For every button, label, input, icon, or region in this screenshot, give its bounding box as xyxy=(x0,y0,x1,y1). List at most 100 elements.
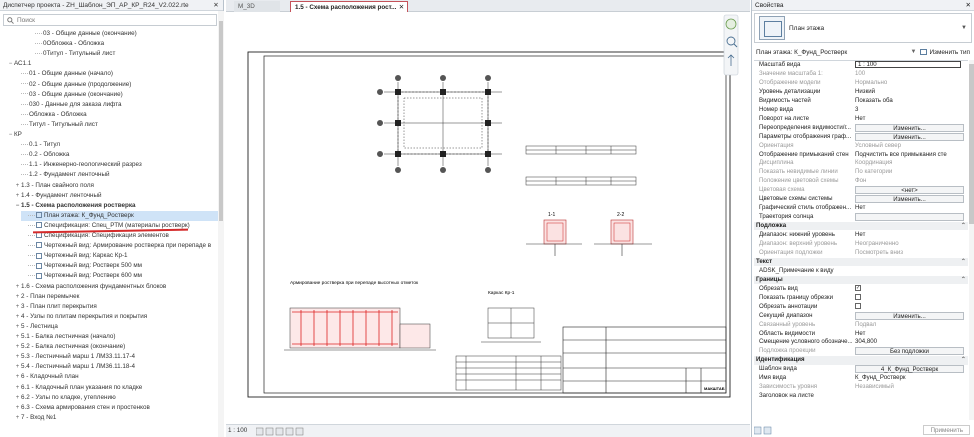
property-group[interactable]: Текст ⌃ xyxy=(754,257,968,267)
expand-icon[interactable]: + xyxy=(14,181,21,191)
collapse-icon[interactable]: − xyxy=(7,130,14,140)
search-input[interactable] xyxy=(17,16,207,24)
tree-item[interactable]: +6.1 - Кладочный план указания по кладке xyxy=(14,383,218,393)
property-value[interactable]: Низкий xyxy=(855,88,967,96)
tree-item[interactable]: 030 - Данные для заказа лифта xyxy=(14,100,218,110)
property-edit-button[interactable]: 4_К_Фунд_Ростверк xyxy=(855,365,964,374)
expand-icon[interactable]: + xyxy=(14,383,21,393)
view-scale[interactable]: 1 : 100 xyxy=(228,427,247,434)
view-control-icons[interactable] xyxy=(256,427,316,436)
property-group[interactable]: Границы ⌃ xyxy=(754,275,968,285)
property-edit-button[interactable]: Изменить... xyxy=(855,123,964,132)
instance-filter[interactable]: План этажа: К_Фунд_Ростверк ▼ Изменить т… xyxy=(754,46,972,58)
property-value[interactable]: Нет xyxy=(855,330,967,338)
property-value[interactable]: К_Фунд_Ростверк xyxy=(855,374,967,382)
collapse-icon[interactable]: − xyxy=(14,201,21,211)
project-browser-search[interactable] xyxy=(3,14,217,26)
collapse-icon[interactable]: ⌃ xyxy=(961,356,966,364)
properties-scrollbar[interactable] xyxy=(969,60,974,420)
tab-3d[interactable]: М_3D xyxy=(234,1,280,12)
expand-icon[interactable]: + xyxy=(14,352,21,362)
tree-item[interactable]: +3 - План плит перекрытия xyxy=(14,302,218,312)
tree-item[interactable]: Чертежный вид: Ростверк 500 мм xyxy=(21,261,218,271)
tree-item[interactable]: Чертежный вид: Ростверк 600 мм xyxy=(21,271,218,281)
expand-icon[interactable]: + xyxy=(14,393,21,403)
tree-item[interactable]: 0Обложка - Обложка xyxy=(28,39,218,49)
expand-icon[interactable]: + xyxy=(14,413,21,423)
tree-item[interactable]: 0.2 - Обложка xyxy=(14,150,218,160)
expand-icon[interactable]: + xyxy=(14,312,21,322)
tree-item[interactable]: +5.4 - Лестничный марш 1 ЛМ36.11.18-4 xyxy=(14,362,218,372)
tree-item[interactable]: 0.1 - Титул xyxy=(14,140,218,150)
expand-icon[interactable]: + xyxy=(14,302,21,312)
tree-item[interactable]: 1.2 - Фундамент ленточный xyxy=(14,170,218,180)
type-selector[interactable]: План этажа ▼ xyxy=(754,13,972,43)
property-value[interactable]: Подчистить все примыкания сте xyxy=(855,151,967,159)
tree-item[interactable]: +6 - Кладочный план xyxy=(14,372,218,382)
tree-item[interactable]: Чертежный вид: Каркас Кр-1 xyxy=(21,251,218,261)
property-value[interactable]: Показать оба xyxy=(855,97,967,105)
tree-item[interactable]: 03 - Общие данные (окончание) xyxy=(14,90,218,100)
tree-item[interactable]: 03 - Общие данные (окончание) xyxy=(28,29,218,39)
close-icon[interactable]: ✕ xyxy=(212,1,220,9)
property-checkbox[interactable]: ✓ xyxy=(855,285,861,292)
tree-item[interactable]: − АС1.1 xyxy=(7,59,218,69)
tree-item[interactable]: +5.1 - Балка лестничная (начало) xyxy=(14,332,218,342)
collapse-icon[interactable]: ⌃ xyxy=(961,222,966,230)
tree-item[interactable]: 02 - Общие данные (продолжение) xyxy=(14,80,218,90)
tree-item[interactable]: +1.6 - Схема расположения фундаментных б… xyxy=(14,282,218,292)
tree-item[interactable]: +5.3 - Лестничный марш 1 ЛМ33.11.17-4 xyxy=(14,352,218,362)
tree-item-selected[interactable]: План этажа: К_Фунд_Ростверк xyxy=(21,210,218,221)
tree-item[interactable]: −1.5 - Схема расположения ростверка xyxy=(14,201,218,211)
view-scale-input[interactable]: 1 : 100 xyxy=(855,61,961,68)
tree-item[interactable]: +7 - Вход №1 xyxy=(14,413,218,423)
help-icons[interactable] xyxy=(754,426,774,435)
tree-item[interactable]: 1.1 - Инженерно-геологический разрез xyxy=(14,160,218,170)
edit-type-button[interactable]: Изменить тип xyxy=(929,49,972,56)
property-value[interactable]: Нет xyxy=(855,204,967,212)
tree-item[interactable]: +1.4 - Фундамент ленточный xyxy=(14,191,218,201)
expand-icon[interactable]: + xyxy=(14,282,21,292)
collapse-icon[interactable]: ⌃ xyxy=(961,276,966,284)
expand-icon[interactable]: + xyxy=(14,403,21,413)
expand-icon[interactable]: + xyxy=(14,322,21,332)
expand-icon[interactable]: + xyxy=(14,372,21,382)
collapse-icon[interactable]: ⌃ xyxy=(961,258,966,266)
property-value[interactable]: Нет xyxy=(855,115,967,123)
tree-item[interactable]: +6.3 - Схема армирования стен и простенк… xyxy=(14,403,218,413)
apply-button[interactable]: Применить xyxy=(923,425,970,435)
property-edit-button[interactable] xyxy=(855,213,964,222)
tree-item[interactable]: +6.2 - Узлы по кладке, утеплению xyxy=(14,393,218,403)
property-checkbox[interactable] xyxy=(855,294,861,301)
property-edit-button[interactable]: Изменить... xyxy=(855,195,964,204)
tree-item[interactable]: Обложка - Обложка xyxy=(14,110,218,120)
close-icon[interactable]: ✕ xyxy=(966,1,971,9)
collapse-icon[interactable]: − xyxy=(7,59,14,69)
property-group[interactable]: Идентификация ⌃ xyxy=(754,356,968,365)
tree-item[interactable]: − КР xyxy=(7,130,218,140)
tree-item[interactable]: +5 - Лестница xyxy=(14,322,218,332)
property-value[interactable]: 3 xyxy=(855,106,967,114)
property-checkbox[interactable] xyxy=(855,303,861,310)
drawing-canvas[interactable]: 1-1 2-2 Армирование ростверка при перепа… xyxy=(226,12,750,424)
navigation-bar[interactable] xyxy=(722,14,740,76)
tree-item[interactable]: +2 - План перемычек xyxy=(14,292,218,302)
tab-active-sheet[interactable]: 1.5 - Схема расположения рост... ✕ xyxy=(290,1,408,12)
tree-item[interactable]: +4 - Узлы по плитам перекрытия и покрыти… xyxy=(14,312,218,322)
property-edit-button[interactable]: Изменить... xyxy=(855,311,964,320)
tree-item[interactable]: +5.2 - Балка лестничная (окончание) xyxy=(14,342,218,352)
tree-item[interactable]: 0Титул - Титульный лист xyxy=(28,49,218,59)
tree-item[interactable]: Титул - Титульный лист xyxy=(14,120,218,130)
property-value[interactable]: Нет xyxy=(855,231,967,239)
tree-item[interactable]: +1.3 - План свайного поля xyxy=(14,181,218,191)
expand-icon[interactable]: + xyxy=(14,191,21,201)
property-value[interactable]: 304,800 xyxy=(855,338,967,346)
expand-icon[interactable]: + xyxy=(14,362,21,372)
tree-item[interactable]: Чертежный вид: Армирование ростверка при… xyxy=(21,241,218,251)
tree-item[interactable]: 01 - Общие данные (начало) xyxy=(14,69,218,79)
expand-icon[interactable]: + xyxy=(14,342,21,352)
project-browser-scrollbar[interactable] xyxy=(218,11,224,437)
property-group[interactable]: Подложка ⌃ xyxy=(754,222,968,231)
expand-icon[interactable]: + xyxy=(14,332,21,342)
expand-icon[interactable]: + xyxy=(14,292,21,302)
